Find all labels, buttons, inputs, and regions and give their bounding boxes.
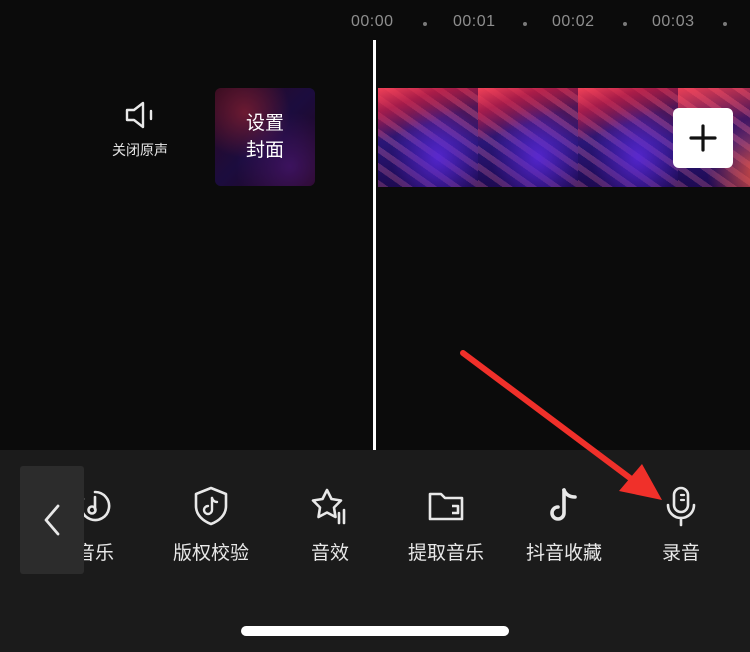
add-clip-button[interactable] [673,108,733,168]
tick-dot [623,22,627,26]
tick-dot [723,22,727,26]
tiktok-icon [542,484,586,528]
audio-toolbar: 音乐 版权校验 音效 提取音乐 抖音收藏 录音 [0,450,750,652]
tool-label: 录音 [661,542,700,564]
mute-label: 关闭原声 [112,143,168,159]
timecode-label: 00:01 [453,13,496,30]
timecode-label: 00:02 [552,13,595,30]
tick-dot [423,22,427,26]
tool-douyin-favorites[interactable]: 抖音收藏 [519,484,609,574]
clip-thumbnail [478,88,578,187]
tool-copyright-check[interactable]: 版权校验 [166,484,256,574]
shield-tiktok-icon [189,484,233,528]
set-cover-button[interactable]: 设置 封面 [215,88,315,186]
chevron-left-icon [44,504,60,536]
microphone-icon [659,484,703,528]
tool-extract-music[interactable]: 提取音乐 [401,484,491,574]
back-button[interactable] [20,466,84,574]
cover-label-line1: 设置 [245,112,284,134]
timecode-label: 00:03 [652,13,695,30]
folder-icon [424,484,468,528]
timecode-label: 00:00 [351,13,394,30]
tool-sound-effects[interactable]: 音效 [295,484,365,574]
tool-record-voice[interactable]: 录音 [646,484,716,574]
clip-thumbnail [578,88,678,187]
plus-icon [689,124,717,152]
star-sound-icon [308,484,352,528]
playhead[interactable] [373,40,376,450]
tool-label: 版权校验 [172,542,249,564]
mute-original-sound-button[interactable]: 关闭原声 [100,100,180,170]
tool-label: 音效 [310,542,349,564]
tick-dot [523,22,527,26]
tool-label: 抖音收藏 [525,542,602,564]
clip-thumbnail [378,88,478,187]
speaker-icon [125,101,153,129]
tool-label: 提取音乐 [407,542,484,564]
cover-label-line2: 封面 [245,139,284,161]
home-indicator [241,626,509,636]
